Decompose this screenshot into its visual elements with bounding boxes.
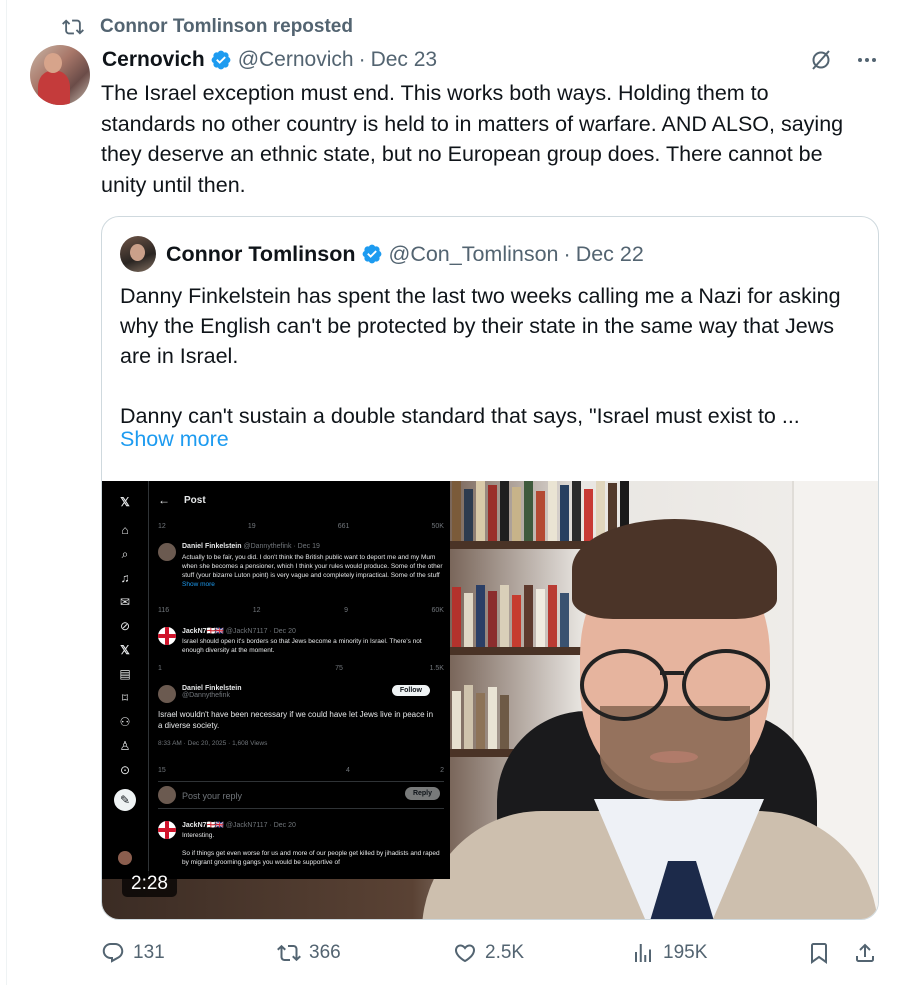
- author-handle[interactable]: @Cernovich: [238, 48, 354, 72]
- grok-icon[interactable]: [809, 48, 833, 72]
- heart-icon: [454, 944, 476, 963]
- view-count: 195K: [663, 942, 708, 963]
- quote-header: Connor Tomlinson @Con_Tomlinson · Dec 22: [120, 235, 644, 273]
- tweet-header: Cernovich @Cernovich · Dec 23: [102, 45, 879, 75]
- search-icon: ⌕: [121, 547, 129, 561]
- repost-button[interactable]: 366: [277, 941, 341, 965]
- inset-post: JackN7🏴󠁧󠁢󠁥󠁮󠁧󠁿🇬🇧 @JackN7117 · Dec 20 Isra…: [158, 627, 444, 657]
- communities-icon: ⚇: [119, 715, 131, 729]
- repost-icon: [62, 19, 84, 35]
- repost-label: Connor Tomlinson reposted: [100, 16, 353, 37]
- inset-action-row: 1 75 1.5K: [158, 665, 444, 672]
- x-premium-icon: 𝕏: [120, 643, 130, 657]
- home-icon: ⌂: [121, 523, 129, 537]
- grok-icon: ⊘: [119, 619, 131, 633]
- inset-nav-rail: 𝕏 ⌂ ⌕ ♫ ✉ ⊘ 𝕏 ▤ ⌑ ⚇ ♙ ⊙ ✎: [102, 481, 149, 879]
- mail-icon: ✉: [119, 595, 131, 609]
- embedded-screenshot: 𝕏 ⌂ ⌕ ♫ ✉ ⊘ 𝕏 ▤ ⌑ ⚇ ♙ ⊙ ✎ ← Post 12 19 6…: [102, 481, 450, 879]
- inset-avatar: [158, 543, 176, 561]
- like-count: 2.5K: [485, 942, 525, 963]
- quote-author-name: Connor Tomlinson: [166, 241, 356, 266]
- bar-chart-icon: [635, 944, 651, 962]
- verified-badge-icon: [362, 244, 381, 264]
- inset-follow-button: Follow: [391, 685, 430, 696]
- author-avatar[interactable]: [30, 45, 90, 105]
- quote-author-handle: @Con_Tomlinson: [388, 241, 559, 266]
- reply-icon: [102, 943, 124, 963]
- x-logo-icon: 𝕏: [120, 495, 130, 509]
- quote-text: Danny Finkelstein has spent the last two…: [120, 284, 841, 428]
- more-dots-icon[interactable]: [855, 48, 879, 72]
- quote-date: Dec 22: [575, 241, 644, 266]
- inset-focused-post: Daniel Finkelstein @Dannythefink Follow I…: [158, 685, 434, 747]
- inset-action-row: 15 4 2: [158, 767, 444, 774]
- like-button[interactable]: 2.5K: [453, 941, 524, 965]
- inset-avatar: [158, 685, 176, 703]
- repost-indicator[interactable]: Connor Tomlinson reposted: [62, 14, 353, 40]
- share-button[interactable]: [853, 941, 885, 965]
- quoted-tweet[interactable]: Connor Tomlinson @Con_Tomlinson · Dec 22…: [101, 216, 879, 920]
- bookmark-button[interactable]: [807, 941, 839, 965]
- video-duration-badge: 2:28: [122, 871, 177, 897]
- bookmark-icon: ⌑: [121, 691, 129, 705]
- tweet-action-bar: 131 366 2.5K 195K: [101, 936, 879, 970]
- reply-count: 131: [133, 942, 165, 963]
- repost-count: 366: [309, 942, 341, 963]
- lists-icon: ▤: [119, 667, 131, 681]
- bookmark-icon: [811, 943, 827, 964]
- compose-icon: ✎: [114, 789, 136, 811]
- inset-action-row: 116 12 9 60K: [158, 607, 444, 614]
- inset-action-row: 12 19 661 50K: [158, 523, 444, 530]
- inset-timeline: ← Post 12 19 661 50K Daniel Finkelstein …: [148, 481, 450, 879]
- more-icon: ⊙: [119, 763, 131, 777]
- profile-icon: ♙: [119, 739, 131, 753]
- quote-author-avatar: [120, 236, 156, 272]
- verified-badge-icon[interactable]: [210, 49, 232, 71]
- reply-button[interactable]: 131: [101, 941, 165, 965]
- inset-reply-box: Post your reply Reply: [158, 781, 444, 809]
- inset-post: JackN7🏴󠁧󠁢󠁥󠁮󠁧󠁿🇬🇧 @JackN7117 · Dec 20 Inte…: [158, 821, 444, 879]
- timeline-border: [6, 0, 7, 985]
- separator-dot: ·: [358, 48, 366, 71]
- inset-avatar: [158, 786, 176, 804]
- author-name[interactable]: Cernovich: [102, 48, 205, 72]
- inset-post: Daniel Finkelstein @Dannythefink · Dec 1…: [158, 543, 444, 603]
- england-flag-icon: [158, 821, 176, 839]
- share-icon: [856, 943, 874, 962]
- views-button[interactable]: 195K: [631, 941, 707, 965]
- tweet-date[interactable]: Dec 23: [371, 48, 438, 72]
- england-flag-icon: [158, 627, 176, 645]
- account-avatar: [118, 851, 132, 865]
- tweet-text: The Israel exception must end. This work…: [101, 81, 850, 197]
- inset-title: Post: [184, 495, 206, 506]
- repost-icon: [277, 944, 301, 962]
- video-player[interactable]: 𝕏 ⌂ ⌕ ♫ ✉ ⊘ 𝕏 ▤ ⌑ ⚇ ♙ ⊙ ✎ ← Post 12 19 6…: [102, 481, 878, 919]
- separator-dot: ·: [563, 241, 571, 266]
- back-arrow-icon: ←: [158, 493, 170, 507]
- bell-icon: ♫: [120, 571, 130, 585]
- show-more-link[interactable]: Show more: [120, 427, 229, 452]
